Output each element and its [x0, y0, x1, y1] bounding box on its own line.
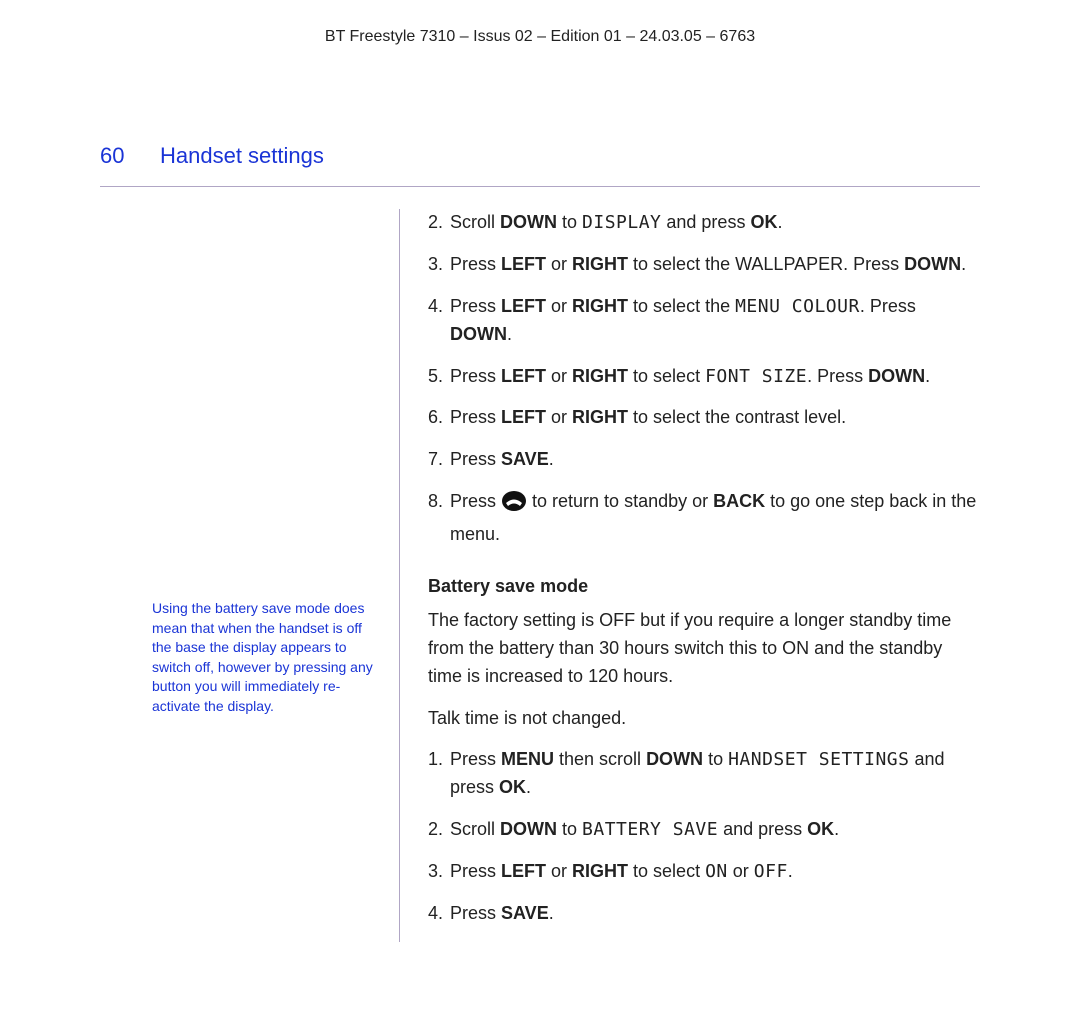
step-text: Press LEFT or RIGHT to select the WALLPA…: [450, 251, 980, 279]
content-columns: Using the battery save mode does mean th…: [100, 209, 980, 942]
step-text: Press SAVE.: [450, 900, 980, 928]
step-number: 7.: [428, 446, 450, 474]
step-number: 2.: [428, 209, 450, 237]
step-5: 5. Press LEFT or RIGHT to select FONT SI…: [428, 363, 980, 391]
step-text: Press MENU then scroll DOWN to HANDSET S…: [450, 746, 980, 802]
step-number: 6.: [428, 404, 450, 432]
step-7: 7. Press SAVE.: [428, 446, 980, 474]
bstep-1: 1. Press MENU then scroll DOWN to HANDSE…: [428, 746, 980, 802]
step-number: 3.: [428, 858, 450, 886]
step-text: Press LEFT or RIGHT to select FONT SIZE.…: [450, 363, 980, 391]
bstep-2: 2. Scroll DOWN to BATTERY SAVE and press…: [428, 816, 980, 844]
section-title: Handset settings: [160, 139, 324, 172]
step-text: Scroll DOWN to DISPLAY and press OK.: [450, 209, 980, 237]
step-text: Press LEFT or RIGHT to select ON or OFF.: [450, 858, 980, 886]
step-number: 5.: [428, 363, 450, 391]
step-number: 4.: [428, 900, 450, 928]
divider: [100, 186, 980, 187]
step-text: Scroll DOWN to BATTERY SAVE and press OK…: [450, 816, 980, 844]
title-line: 60 Handset settings: [100, 139, 980, 172]
step-number: 3.: [428, 251, 450, 279]
manual-page: BT Freestyle 7310 – Issus 02 – Edition 0…: [0, 0, 1080, 1025]
step-2: 2. Scroll DOWN to DISPLAY and press OK.: [428, 209, 980, 237]
step-number: 4.: [428, 293, 450, 349]
bstep-3: 3. Press LEFT or RIGHT to select ON or O…: [428, 858, 980, 886]
step-text: Press to return to standby or BACK to go…: [450, 488, 980, 549]
step-number: 8.: [428, 488, 450, 549]
step-text: Press LEFT or RIGHT to select the MENU C…: [450, 293, 980, 349]
sidebar: Using the battery save mode does mean th…: [100, 209, 400, 942]
step-text: Press LEFT or RIGHT to select the contra…: [450, 404, 980, 432]
step-8: 8. Press to return to standby or BACK to…: [428, 488, 980, 549]
sidebar-note: Using the battery save mode does mean th…: [152, 599, 381, 717]
intro-paragraph-2: Talk time is not changed.: [428, 705, 980, 733]
step-text: Press SAVE.: [450, 446, 980, 474]
step-4: 4. Press LEFT or RIGHT to select the MEN…: [428, 293, 980, 349]
bstep-4: 4. Press SAVE.: [428, 900, 980, 928]
intro-paragraph: The factory setting is OFF but if you re…: [428, 607, 980, 691]
step-3: 3. Press LEFT or RIGHT to select the WAL…: [428, 251, 980, 279]
hangup-icon: [501, 490, 527, 521]
step-6: 6. Press LEFT or RIGHT to select the con…: [428, 404, 980, 432]
document-header: BT Freestyle 7310 – Issus 02 – Edition 0…: [100, 25, 980, 49]
main-content: 2. Scroll DOWN to DISPLAY and press OK. …: [400, 209, 980, 942]
subsection-heading: Battery save mode: [428, 573, 980, 601]
step-number: 2.: [428, 816, 450, 844]
page-number: 60: [100, 139, 160, 172]
step-number: 1.: [428, 746, 450, 802]
